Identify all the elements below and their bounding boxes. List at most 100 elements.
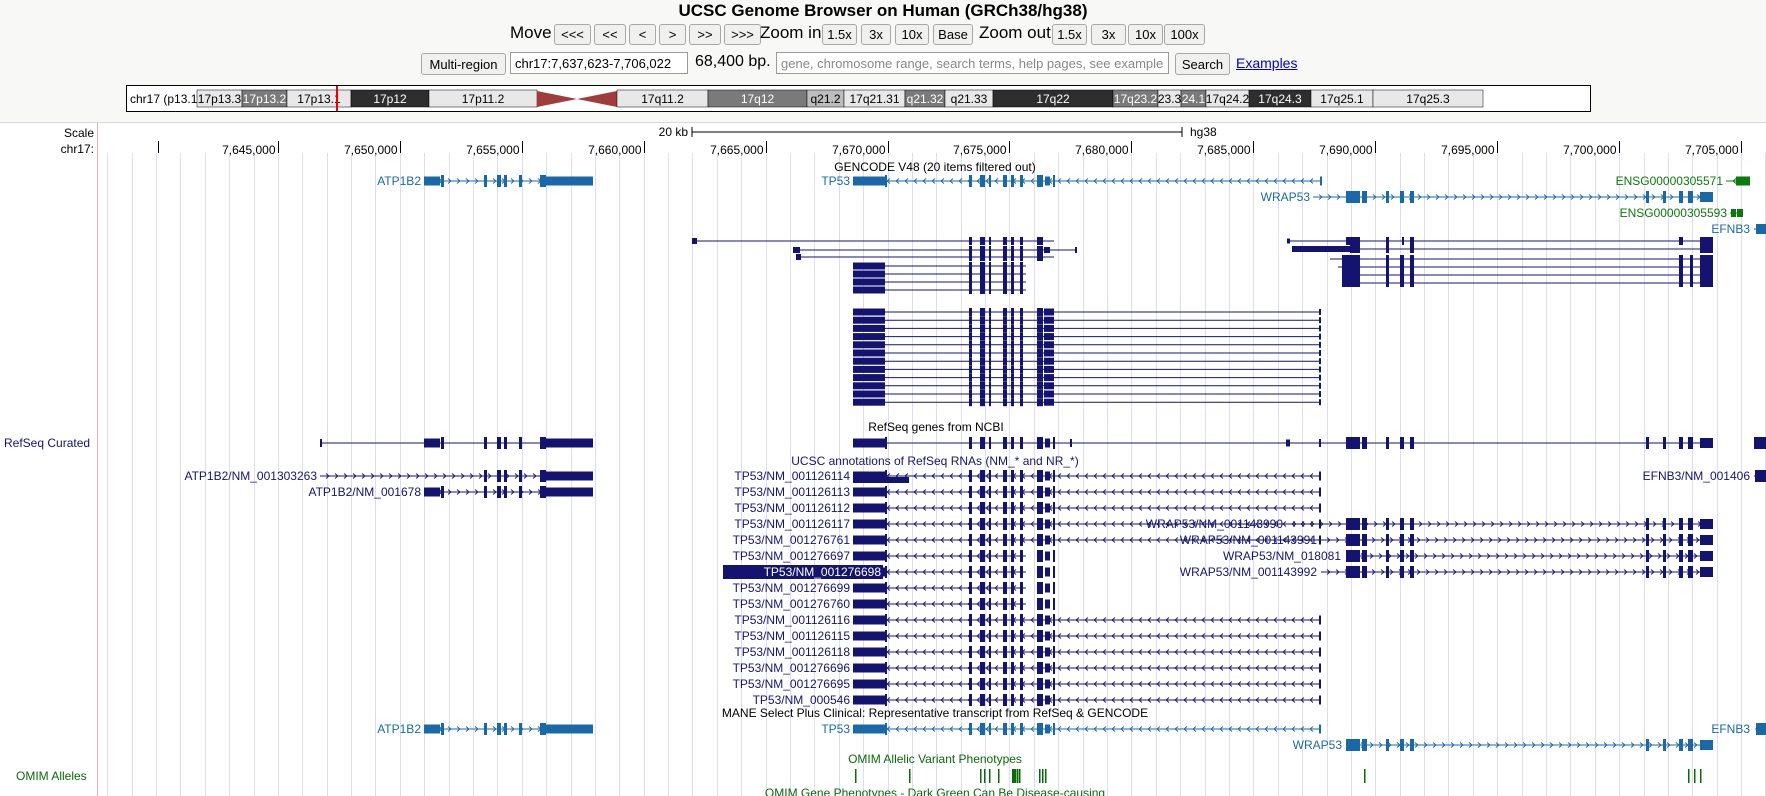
gene-label: WRAP53 <box>1261 190 1311 204</box>
refseq-curated-gene <box>1754 437 1766 449</box>
band-label: 17q24.2 <box>1206 92 1250 106</box>
efnb3-gene <box>1754 224 1766 234</box>
move-step-right-button[interactable]: > <box>659 24 686 45</box>
ruler-tick-label: 7,690,000 <box>1319 143 1373 157</box>
mane-transcript <box>1346 739 1713 751</box>
omim-allele-mark <box>1019 769 1021 783</box>
move-label: Move <box>510 23 552 42</box>
band-label: 17q22 <box>1036 92 1070 106</box>
gencode-transcript <box>1292 245 1713 253</box>
band-label: 17q12 <box>741 92 775 106</box>
refseq-transcript-label: TP53/NM_001126113 <box>734 485 850 499</box>
refseq-transcript <box>853 598 1055 610</box>
ideogram-chrom-label: chr17 (p13.1) <box>130 92 201 106</box>
zoom-in-1-5x-button[interactable]: 1.5x <box>822 24 857 45</box>
gencode-transcript <box>853 340 1321 349</box>
refseq-transcript-label: WRAP53/NM_018081 <box>1223 549 1341 563</box>
centromere <box>577 91 617 107</box>
band-label: 17p13.3 <box>198 92 242 106</box>
multi-region-button[interactable]: Multi-region <box>421 53 506 75</box>
move-step-left-button[interactable]: < <box>629 24 656 45</box>
gencode-transcript <box>853 398 1321 407</box>
refseq-transcript <box>853 566 1055 578</box>
mane-transcript <box>1755 723 1766 735</box>
omim-allele-mark <box>984 769 986 783</box>
mane-transcript <box>853 723 1321 735</box>
gencode-transcript <box>853 373 1321 382</box>
omim-alleles-side-label[interactable]: OMIM Alleles <box>16 769 87 783</box>
zoom-out-label: Zoom out <box>979 23 1051 42</box>
refseq-transcript <box>1321 566 1713 578</box>
gencode-transcript <box>853 270 1026 278</box>
move-far-right-button[interactable]: >>> <box>724 24 761 45</box>
refseq-transcript-label: TP53/NM_001276695 <box>733 677 851 691</box>
refseq-transcript-label: TP53/NM_001126112 <box>734 501 850 515</box>
gencode-transcript <box>853 357 1321 366</box>
ensg00000305593-gene <box>1730 209 1743 217</box>
zoom-out-10x-button[interactable]: 10x <box>1128 24 1163 45</box>
ideogram-bands[interactable]: chr17 (p13.1)17p13.3 17p13.2 17p13.1 17p12 1… <box>127 86 1590 111</box>
ruler-tick-label: 7,700,000 <box>1563 143 1617 157</box>
move-far-left-button[interactable]: <<< <box>554 24 591 45</box>
gencode-transcript <box>853 308 1321 316</box>
refseq-curated-gene <box>320 437 593 449</box>
omim-allele-mark <box>1042 769 1044 783</box>
band-label: 17q25.1 <box>1320 92 1364 106</box>
mane-track-title: MANE Select Plus Clinical: Representativ… <box>722 706 1148 720</box>
gencode-transcript <box>1342 271 1713 279</box>
gene-label: EFNB3 <box>1711 222 1750 236</box>
ruler-tick-label: 7,660,000 <box>588 143 642 157</box>
ruler-tick-label: 7,675,000 <box>953 143 1007 157</box>
zoom-out-100x-button[interactable]: 100x <box>1164 24 1205 45</box>
examples-link[interactable]: Examples <box>1236 55 1297 71</box>
chromosome-ideogram[interactable]: chr17 (p13.1) 17p13.3 17p13.2 17p13.1 17p12 1… <box>126 85 1591 112</box>
position-input[interactable] <box>510 52 688 74</box>
band-label: 17q21.31 <box>849 92 899 106</box>
gencode-transcript <box>1330 255 1713 263</box>
zoom-base-button[interactable]: Base <box>933 24 973 45</box>
refseq-transcript-label: ATP1B2/NM_001303263 <box>184 469 317 483</box>
omim-allele-mark <box>1364 769 1366 783</box>
move-right-button[interactable]: >> <box>689 24 721 45</box>
zoom-out-1-5x-button[interactable]: 1.5x <box>1052 24 1087 45</box>
scale-side-label: Scale <box>63 126 94 140</box>
gencode-transcript <box>853 332 1321 341</box>
gencode-transcript <box>853 381 1321 390</box>
refseq-curated-gene <box>853 437 1321 449</box>
track-image[interactable]: 20 kb hg38 7,645,000 7,650,000 7,655,000 7,66… <box>0 123 1766 796</box>
gencode-transcript <box>1287 237 1713 245</box>
mane-transcript-label: EFNB3 <box>1711 722 1750 736</box>
omim-allele-mark <box>998 769 1000 783</box>
zoom-out-3x-button[interactable]: 3x <box>1091 24 1126 45</box>
mane-transcript-label: WRAP53 <box>1293 738 1343 752</box>
omim-allele-mark <box>980 769 982 783</box>
move-left-button[interactable]: << <box>594 24 626 45</box>
search-button[interactable]: Search <box>1175 53 1230 75</box>
control-panel: UCSC Genome Browser on Human (GRCh38/hg3… <box>0 0 1766 123</box>
refseq-transcript-label: TP53/NM_001276697 <box>733 549 851 563</box>
refseq-transcript <box>853 646 1321 658</box>
omim-allele-mark <box>855 769 857 783</box>
zoom-in-label: Zoom in <box>760 23 822 42</box>
zoom-in-3x-button[interactable]: 3x <box>861 24 891 45</box>
refseq-curated-gene <box>1286 437 1713 449</box>
ruler-tick-label: 7,665,000 <box>710 143 764 157</box>
gene-label: TP53 <box>821 174 850 188</box>
gene-label: ENSG00000305593 <box>1620 206 1728 220</box>
refseq-curated-side-label[interactable]: RefSeq Curated <box>4 436 90 450</box>
band-label: 17q23.2 <box>1114 92 1158 106</box>
zoom-in-10x-button[interactable]: 10x <box>895 24 929 45</box>
refseq-transcript <box>853 486 1321 498</box>
search-input[interactable] <box>776 52 1169 74</box>
gencode-transcript <box>692 237 1054 245</box>
gencode-transcript <box>796 253 1054 261</box>
refseq-transcript <box>853 614 1321 626</box>
refseq-transcript-label: TP53/NM_001276761 <box>733 533 851 547</box>
assembly-label: hg38 <box>1190 125 1217 139</box>
omim-allele-mark <box>1039 769 1041 783</box>
track-display[interactable]: 20 kb hg38 7,645,000 7,650,000 7,655,000 7,66… <box>0 123 1766 796</box>
ruler-tick-label: 7,695,000 <box>1441 143 1495 157</box>
omim-alleles-track-title: OMIM Allelic Variant Phenotypes <box>848 752 1022 766</box>
band-label: 17p12 <box>373 92 407 106</box>
gene-label: ATP1B2 <box>377 174 421 188</box>
